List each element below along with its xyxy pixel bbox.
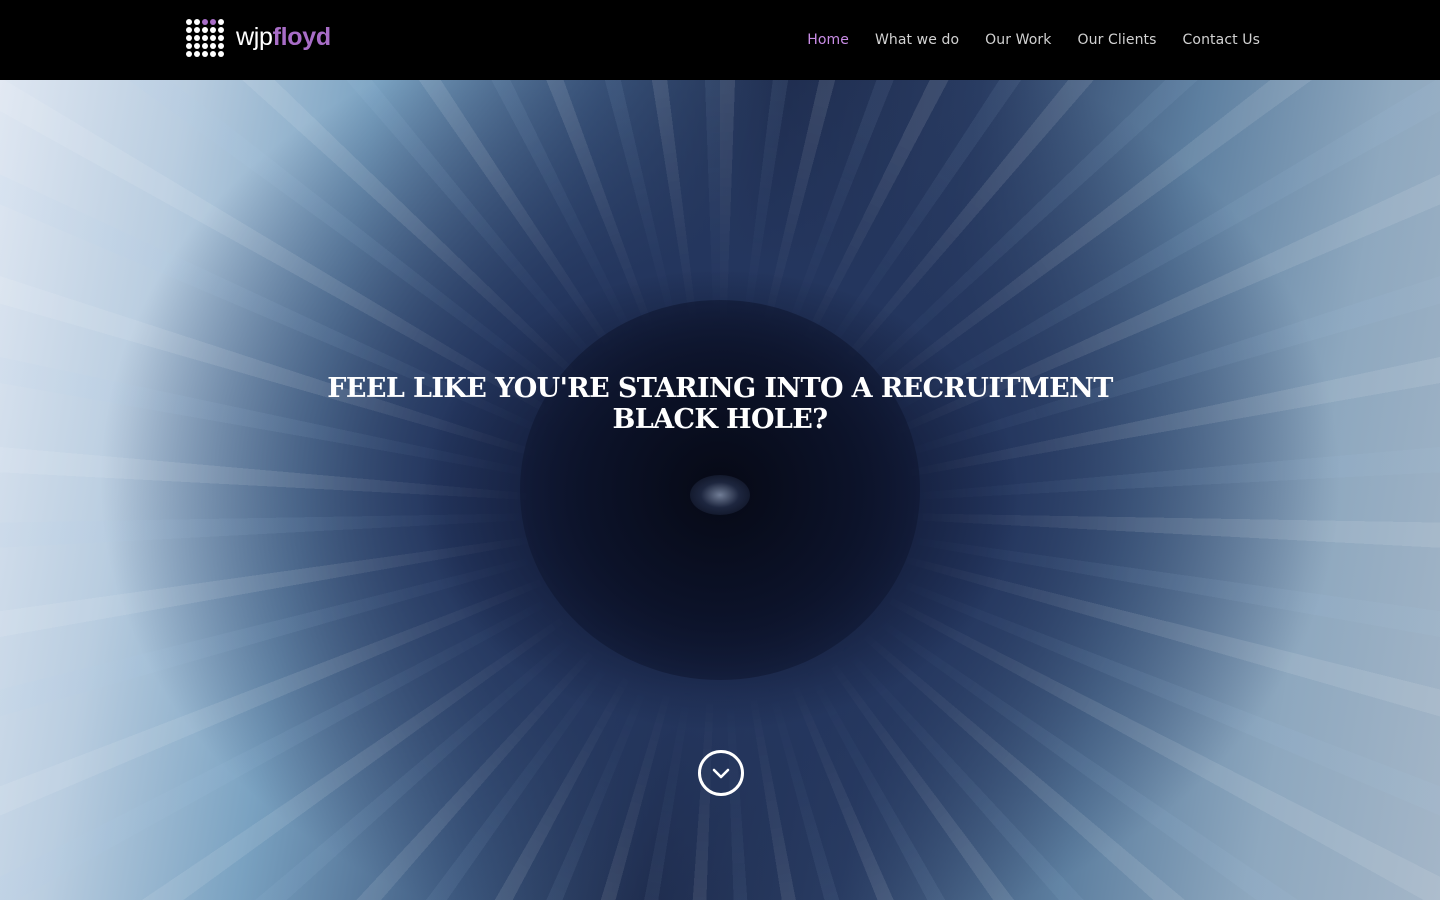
nav-item-our-clients[interactable]: Our Clients (1078, 32, 1157, 48)
chevron-down-icon (712, 768, 730, 779)
hero-headline-line-1: FEEL LIKE YOU'RE STARING INTO A RECRUITM… (327, 373, 1113, 404)
logo-dot-grid-icon (186, 19, 226, 59)
hero-headline: FEEL LIKE YOU'RE STARING INTO A RECRUITM… (0, 373, 1440, 435)
logo-wordmark: wjpfloyd (236, 25, 331, 50)
nav-item-contact-us[interactable]: Contact Us (1183, 32, 1260, 48)
scroll-down-button[interactable] (698, 750, 744, 796)
hero-background-glow (690, 475, 750, 515)
logo-text-floyd: floyd (272, 23, 332, 51)
hero-headline-line-2: BLACK HOLE? (612, 404, 829, 435)
logo-text-wjp: wjp (236, 23, 273, 51)
main-nav: Home What we do Our Work Our Clients Con… (807, 0, 1260, 80)
logo-link[interactable]: wjpfloyd (186, 18, 331, 60)
nav-item-what-we-do[interactable]: What we do (875, 32, 959, 48)
nav-item-home[interactable]: Home (807, 32, 849, 48)
site-header: wjpfloyd Home What we do Our Work Our Cl… (0, 0, 1440, 80)
nav-item-our-work[interactable]: Our Work (985, 32, 1051, 48)
